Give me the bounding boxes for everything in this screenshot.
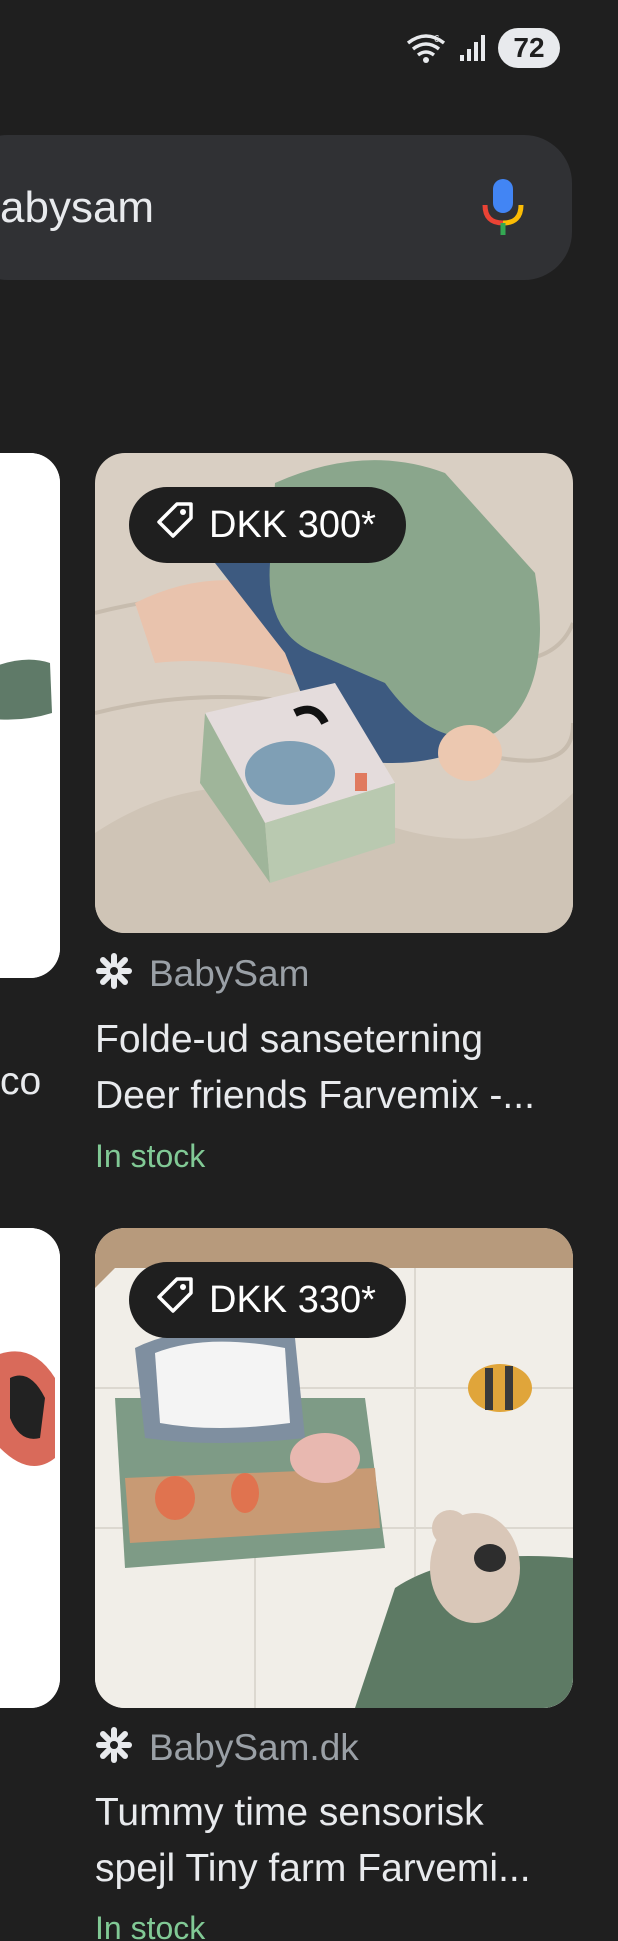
product-title-line-2[interactable]: Deer friends Farvemix -...	[95, 1068, 585, 1124]
product-title-line-2[interactable]: spejl Tiny farm Farvemi...	[95, 1841, 585, 1897]
partial-product-image-2[interactable]	[0, 1228, 60, 1708]
product-title-line-1[interactable]: Tummy time sensorisk	[95, 1785, 585, 1841]
merchant[interactable]: BabySam.dk	[95, 1726, 359, 1769]
merchant-name: BabySam	[149, 952, 310, 994]
product-image[interactable]: DKK 300*	[95, 453, 573, 933]
tag-icon	[155, 1275, 195, 1325]
stock-status: In stock	[95, 1138, 206, 1174]
price-label: DKK 300*	[209, 503, 376, 546]
merchant-name: BabySam.dk	[149, 1726, 359, 1768]
product-title-line-1[interactable]: Folde-ud sanseterning	[95, 1012, 585, 1068]
merchant-logo-icon	[95, 1726, 133, 1769]
price-label: DKK 330*	[209, 1278, 376, 1321]
partial-product-image[interactable]	[0, 453, 60, 978]
wifi-icon: 6	[404, 31, 448, 65]
search-bar[interactable]: abysam	[0, 135, 572, 280]
price-tag: DKK 300*	[129, 487, 406, 563]
stock-status: In stock	[95, 1910, 206, 1941]
battery-indicator: 72	[498, 28, 560, 68]
price-tag: DKK 330*	[129, 1262, 406, 1338]
partial-product-title: co	[0, 1060, 42, 1103]
search-input[interactable]: abysam	[0, 183, 154, 233]
signal-icon	[458, 33, 488, 63]
shopping-results-page: 6 72 abysam co DKK 300* BabySam Folde-ud…	[0, 0, 618, 1941]
svg-text:6: 6	[434, 34, 440, 45]
tag-icon	[155, 500, 195, 550]
status-bar: 6 72	[404, 28, 560, 68]
product-image[interactable]: DKK 330*	[95, 1228, 573, 1708]
microphone-icon[interactable]	[476, 177, 530, 244]
merchant-logo-icon	[95, 952, 133, 995]
merchant[interactable]: BabySam	[95, 952, 309, 995]
